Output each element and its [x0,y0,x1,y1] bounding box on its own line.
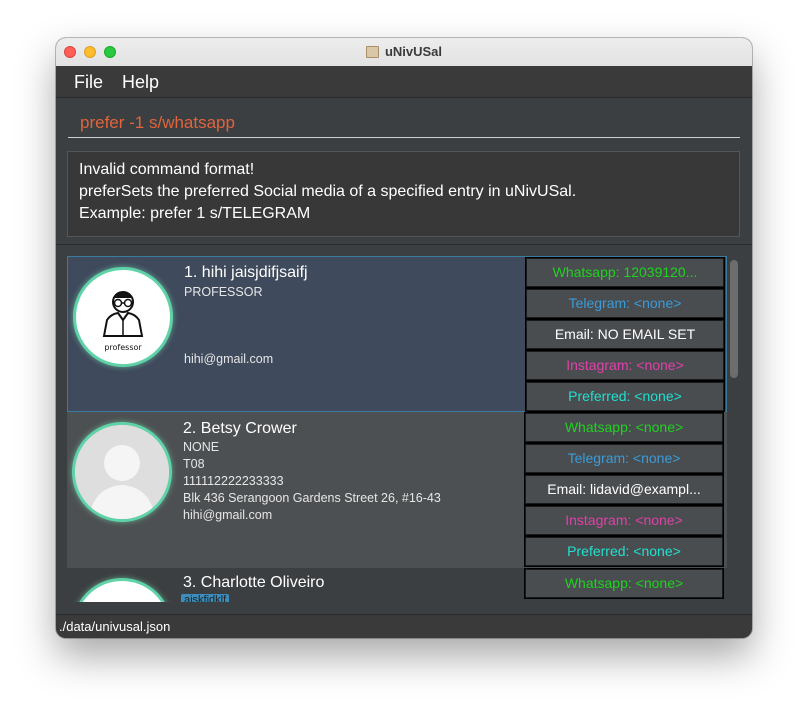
result-line-1: Invalid command format! [79,161,255,178]
result-display: Invalid command format! preferSets the p… [67,151,740,237]
contact-tutorial: T08 [183,457,205,471]
contact-name: 1. hihi jaisjdifjsaifj [184,264,308,281]
command-input[interactable] [68,108,740,138]
avatar [72,578,172,602]
contact-tag: aiskfidklf [181,594,230,602]
avatar [72,422,172,522]
result-line-3: Example: prefer 1 s/TELEGRAM [79,205,311,222]
whatsapp-field: Whatsapp: 12039120... [525,257,725,288]
data-file-path: ./data/univusal.json [59,619,171,634]
contact-card[interactable]: 3. Charlotte Oliveiro aiskfidklf Whatsap… [67,568,727,602]
email-field: Email: NO EMAIL SET [525,319,725,350]
status-bar: ./data/univusal.json [56,614,752,638]
window-title-container: uNivUSal [56,44,752,59]
avatar-label: professor [104,343,142,352]
email-field: Email: lidavid@exampl... [524,474,724,505]
preferred-field: Preferred: <none> [525,381,725,412]
contact-name: 3. Charlotte Oliveiro [183,574,325,591]
telegram-field: Telegram: <none> [525,288,725,319]
whatsapp-field: Whatsapp: <none> [524,568,724,599]
professor-icon: professor [102,291,144,352]
window-title: uNivUSal [384,44,443,59]
default-avatar-icon [75,425,169,519]
menu-bar: File Help [56,66,752,98]
contact-card[interactable]: professor 1. hihi jaisjdifjsaifj PROFESS… [67,256,727,412]
contact-email: hihi@gmail.com [184,352,274,366]
contact-occupation: NONE [183,440,220,454]
menu-help[interactable]: Help [122,72,159,93]
contact-occupation: PROFESSOR [184,285,263,299]
contact-card[interactable]: 2. Betsy Crower NONE T08 111112222233333… [67,412,727,568]
contact-email: hihi@gmail.com [183,508,273,522]
app-window: uNivUSal File Help Invalid command forma… [56,38,752,638]
preferred-field: Preferred: <none> [524,536,724,567]
title-bar: uNivUSal [56,38,752,67]
instagram-field: Instagram: <none> [525,350,725,381]
menu-file[interactable]: File [74,72,103,93]
whatsapp-field: Whatsapp: <none> [524,412,724,443]
scrollbar-thumb[interactable] [730,260,738,378]
avatar: professor [73,267,173,367]
contact-phone: 111112222233333 [183,474,284,488]
telegram-field: Telegram: <none> [524,443,724,474]
divider [56,244,752,245]
app-icon [365,46,379,58]
contact-list[interactable]: professor 1. hihi jaisjdifjsaifj PROFESS… [67,256,727,602]
command-box [56,98,752,146]
instagram-field: Instagram: <none> [524,505,724,536]
result-line-2: preferSets the preferred Social media of… [79,183,577,200]
list-scrollbar[interactable] [728,256,740,602]
contact-address: Blk 436 Serangoon Gardens Street 26, #16… [183,491,441,505]
contact-name: 2. Betsy Crower [183,420,297,437]
